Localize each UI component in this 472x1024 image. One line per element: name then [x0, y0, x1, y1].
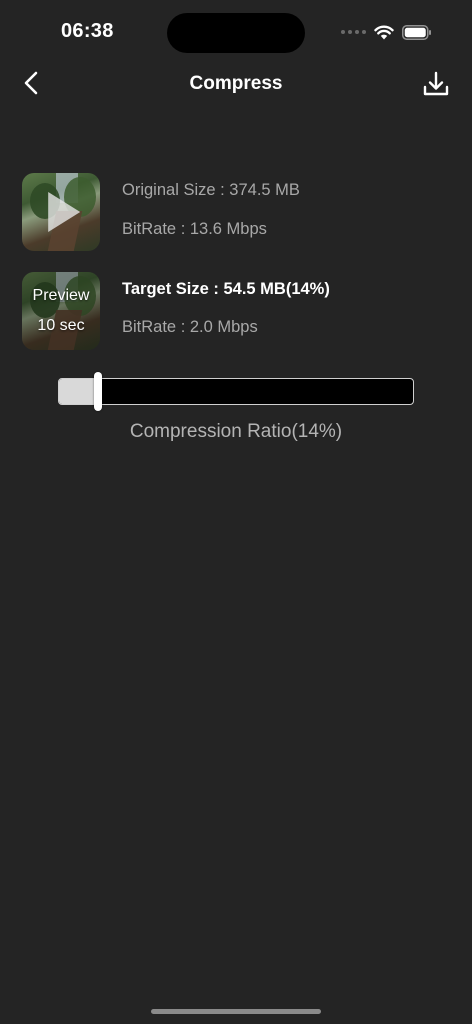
play-icon[interactable]: [48, 192, 81, 232]
preview-label: Preview: [32, 287, 90, 304]
battery-icon: [402, 24, 431, 40]
home-indicator: [151, 1009, 321, 1014]
compression-ratio-label: Compression Ratio(14%): [129, 421, 343, 442]
signal-dots-icon: [341, 30, 366, 34]
preview-overlay: Preview 10 sec: [22, 272, 100, 350]
wifi-icon: [374, 25, 394, 40]
status-time: 06:38: [61, 20, 114, 42]
original-size: Original Size : 374.5 MB: [122, 181, 300, 199]
download-icon: [423, 71, 449, 96]
compression-slider[interactable]: [58, 372, 414, 411]
download-button[interactable]: [418, 66, 454, 102]
preview-duration: 10 sec: [37, 317, 85, 334]
target-size: Target Size : 54.5 MB(14%): [122, 280, 330, 298]
slider-fill: [59, 379, 98, 404]
original-video-thumbnail[interactable]: [22, 173, 100, 251]
page-title: Compress: [189, 73, 283, 94]
dynamic-island: [167, 13, 305, 53]
preview-thumbnail[interactable]: Preview 10 sec: [22, 272, 100, 350]
target-bitrate: BitRate : 2.0 Mbps: [122, 318, 258, 336]
slider-thumb[interactable]: [93, 372, 102, 411]
original-bitrate: BitRate : 13.6 Mbps: [122, 220, 267, 238]
status-icons: [341, 22, 432, 42]
